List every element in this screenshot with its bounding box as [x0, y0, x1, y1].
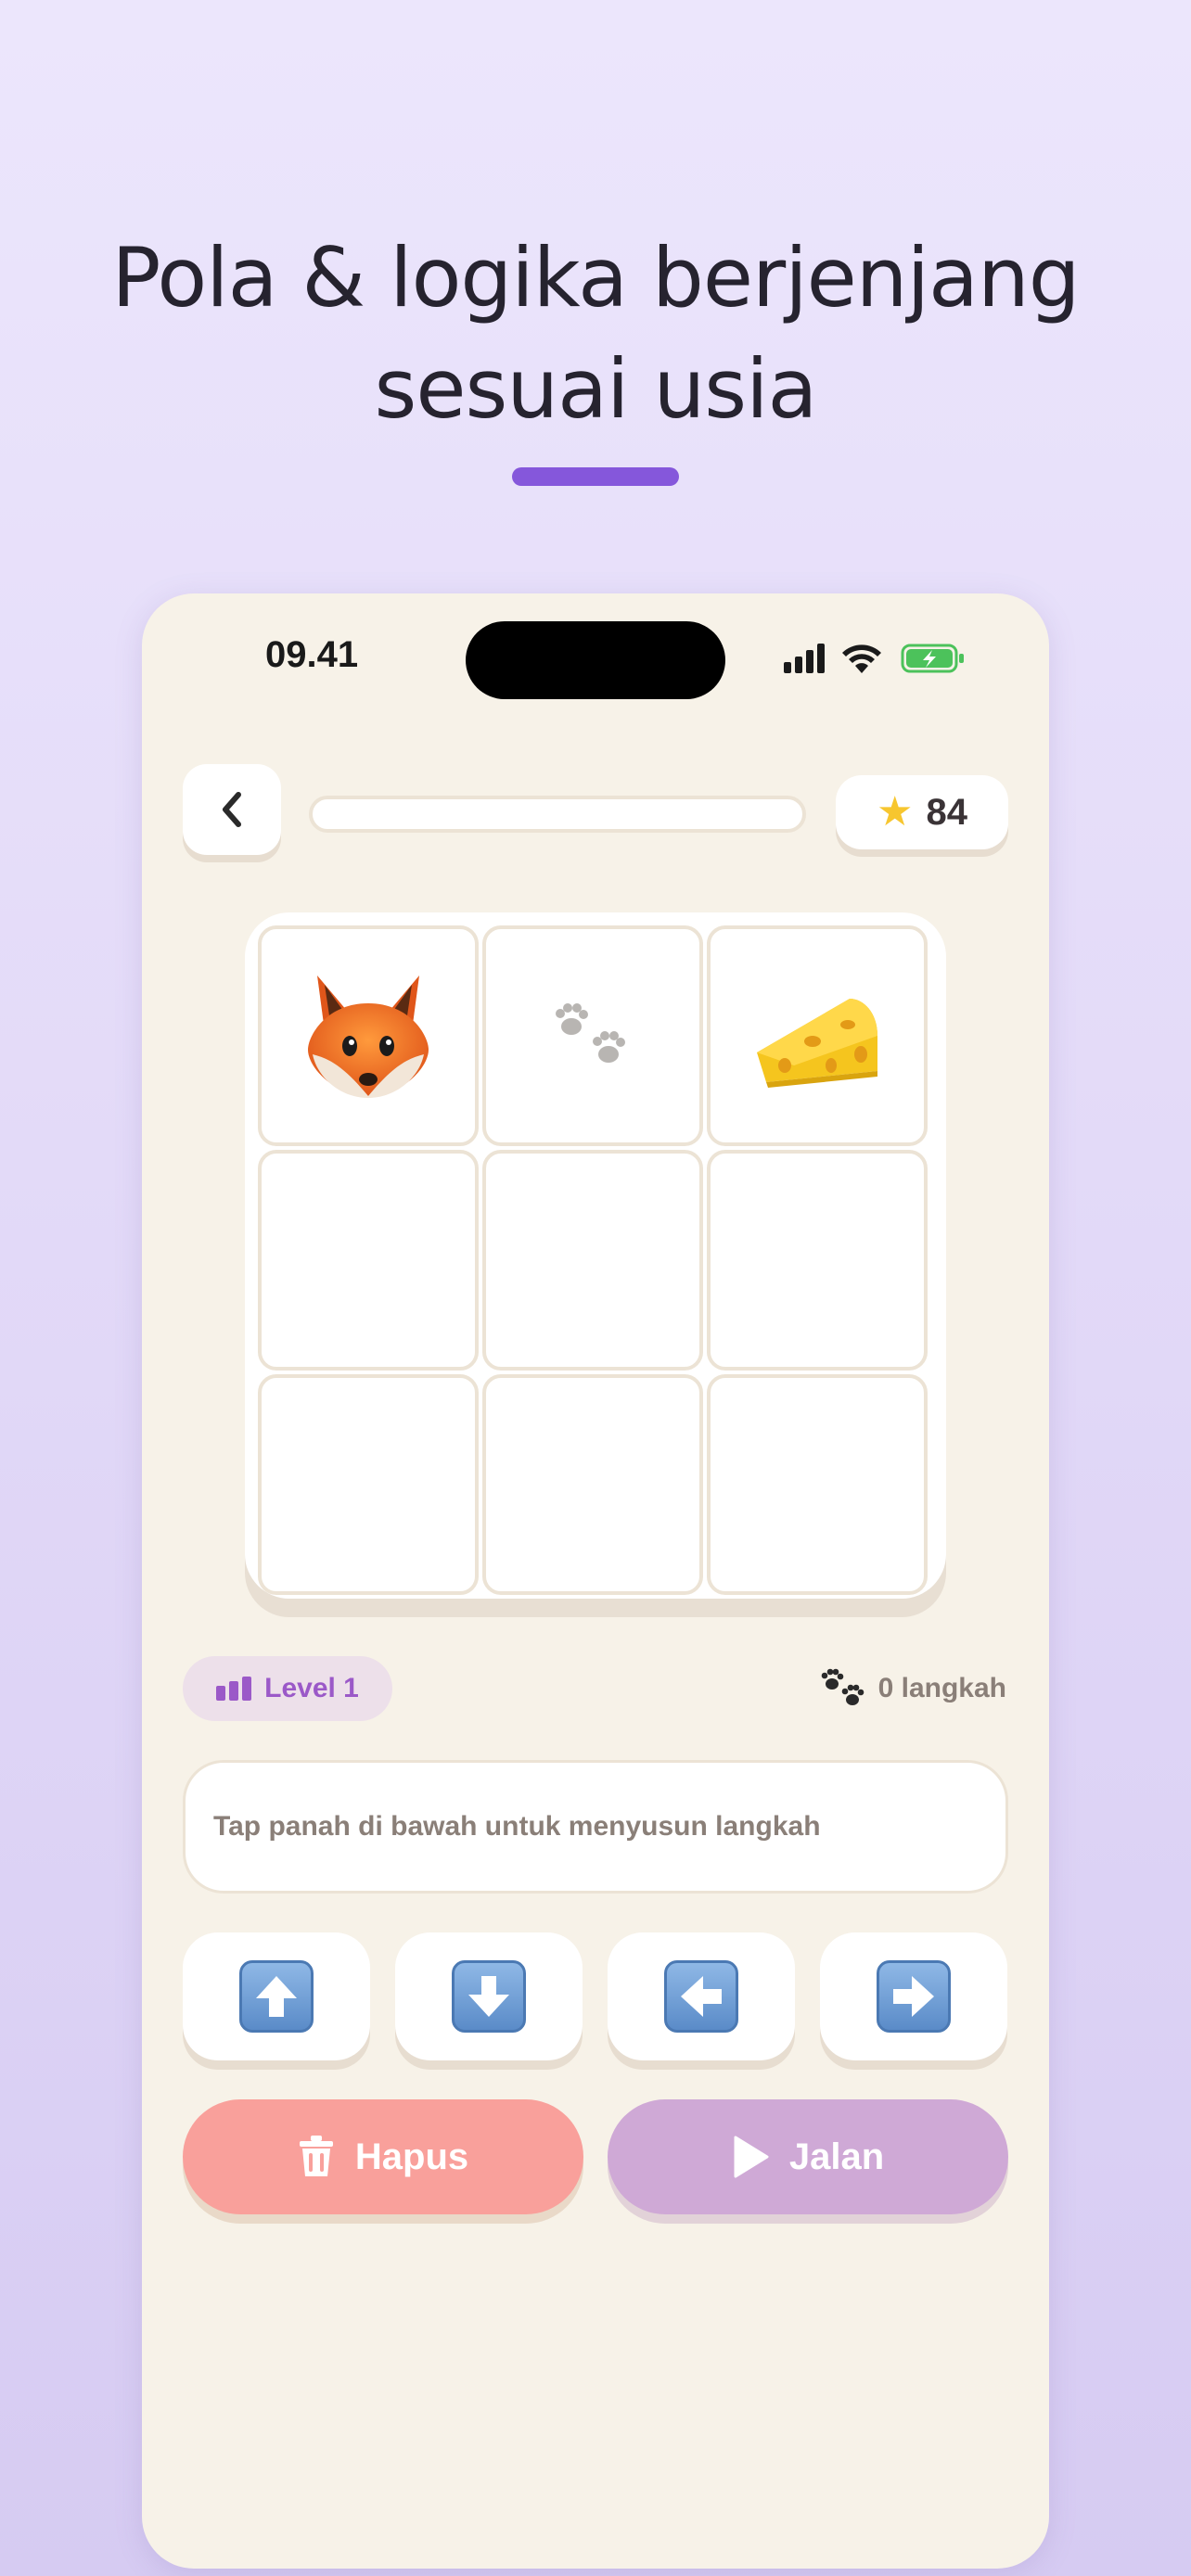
- board-cell[interactable]: [258, 1150, 479, 1371]
- paw-prints-icon: [821, 1668, 864, 1705]
- delete-label: Hapus: [354, 2136, 469, 2177]
- instruction-text: Tap panah di bawah untuk menyusun langka…: [213, 1811, 821, 1842]
- level-label: Level 1: [264, 1673, 359, 1703]
- board-cell-fox[interactable]: [258, 925, 479, 1146]
- cheese-icon: [757, 999, 877, 1088]
- play-icon: [734, 2136, 769, 2178]
- level-badge: Level 1: [183, 1656, 392, 1721]
- delete-button[interactable]: Hapus: [183, 2099, 583, 2214]
- fox-icon: [308, 976, 429, 1098]
- signal-icon: [784, 644, 825, 673]
- run-label: Jalan: [788, 2136, 885, 2177]
- headline-line-1: Pola & logika berjenjang: [111, 230, 1080, 325]
- chevron-left-icon: [223, 792, 241, 827]
- up-arrow-button[interactable]: [183, 1932, 370, 2060]
- up-arrow-icon: [256, 1976, 297, 2017]
- board-cell[interactable]: [258, 1374, 479, 1595]
- board-cell[interactable]: [707, 1374, 928, 1595]
- bars-icon: [216, 1677, 252, 1701]
- down-arrow-icon: [468, 1976, 509, 2017]
- headline: Pola & logika berjenjang sesuai usia: [0, 223, 1191, 445]
- board-cell[interactable]: [482, 1374, 703, 1595]
- status-time: 09.41: [265, 634, 359, 675]
- board-cell-paw[interactable]: [482, 925, 703, 1146]
- left-arrow-icon: [681, 1976, 722, 2017]
- star-icon: ★: [877, 789, 914, 835]
- progress-bar: [309, 796, 806, 833]
- battery-icon: [901, 644, 964, 673]
- left-arrow-button[interactable]: [608, 1932, 795, 2060]
- stars-count: 84: [926, 791, 967, 833]
- instruction-box: Tap panah di bawah untuk menyusun langka…: [183, 1760, 1008, 1894]
- wifi-icon: [842, 644, 881, 673]
- board-cell[interactable]: [707, 1150, 928, 1371]
- run-button[interactable]: Jalan: [608, 2099, 1008, 2214]
- stars-counter: ★ 84: [836, 775, 1008, 849]
- right-arrow-icon: [893, 1976, 934, 2017]
- trash-icon: [299, 2136, 333, 2176]
- game-board: [245, 912, 946, 1599]
- steps-label: 0 langkah: [877, 1673, 1006, 1703]
- headline-line-2: sesuai usia: [374, 341, 818, 437]
- back-button[interactable]: [183, 764, 281, 855]
- headline-underline: [512, 467, 679, 486]
- phone-frame: 09.41 ★ 84 Level 1 0 langkah Tap panah d…: [142, 593, 1049, 2569]
- steps-counter: 0 langkah: [821, 1665, 1006, 1712]
- right-arrow-button[interactable]: [820, 1932, 1007, 2060]
- dynamic-island: [466, 621, 725, 699]
- down-arrow-button[interactable]: [395, 1932, 583, 2060]
- paw-prints-icon: [556, 1003, 625, 1063]
- board-cell[interactable]: [482, 1150, 703, 1371]
- board-cell-cheese[interactable]: [707, 925, 928, 1146]
